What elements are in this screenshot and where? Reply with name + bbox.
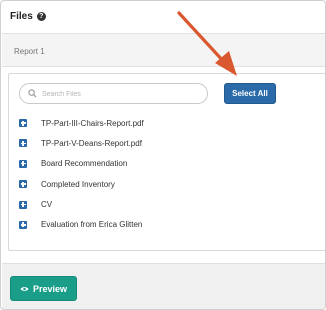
files-title: Files [10, 11, 33, 22]
file-list: TP-Part-III-Chairs-Report.pdf TP-Part-V-… [19, 113, 144, 235]
eye-icon [20, 286, 29, 291]
file-name[interactable]: Board Recommendation [41, 159, 127, 168]
file-selection-panel: Select All TP-Part-III-Chairs-Report.pdf… [8, 73, 325, 251]
file-name[interactable]: Evaluation from Erica Glitten [41, 220, 142, 229]
plus-icon[interactable] [19, 220, 27, 229]
file-item[interactable]: Completed Inventory [19, 174, 144, 194]
report-label: Report 1 [14, 47, 45, 56]
file-name[interactable]: CV [41, 200, 52, 209]
files-panel-window: Files ? Report 1 Select All TP-Part-III-… [0, 0, 326, 310]
preview-label: Preview [32, 283, 68, 294]
preview-button[interactable]: Preview [10, 276, 77, 301]
file-name[interactable]: TP-Part-III-Chairs-Report.pdf [41, 119, 144, 128]
help-icon[interactable]: ? [36, 12, 46, 21]
plus-icon[interactable] [19, 180, 27, 189]
search-input[interactable] [42, 87, 202, 101]
plus-icon[interactable] [19, 139, 27, 148]
footer-bar: Preview [2, 263, 325, 309]
select-all-button[interactable]: Select All [224, 83, 276, 104]
search-box[interactable] [19, 83, 208, 104]
plus-icon[interactable] [19, 200, 27, 209]
file-item[interactable]: CV [19, 195, 144, 215]
file-name[interactable]: TP-Part-V-Deans-Report.pdf [41, 139, 142, 148]
search-icon [28, 89, 37, 98]
file-item[interactable]: TP-Part-V-Deans-Report.pdf [19, 133, 144, 153]
plus-icon[interactable] [19, 159, 27, 168]
file-item[interactable]: Evaluation from Erica Glitten [19, 215, 144, 235]
file-item[interactable]: TP-Part-III-Chairs-Report.pdf [19, 113, 144, 133]
report-bar: Report 1 [2, 33, 325, 67]
files-header: Files ? [10, 11, 46, 22]
file-item[interactable]: Board Recommendation [19, 154, 144, 174]
file-name[interactable]: Completed Inventory [41, 180, 115, 189]
plus-icon[interactable] [19, 119, 27, 127]
